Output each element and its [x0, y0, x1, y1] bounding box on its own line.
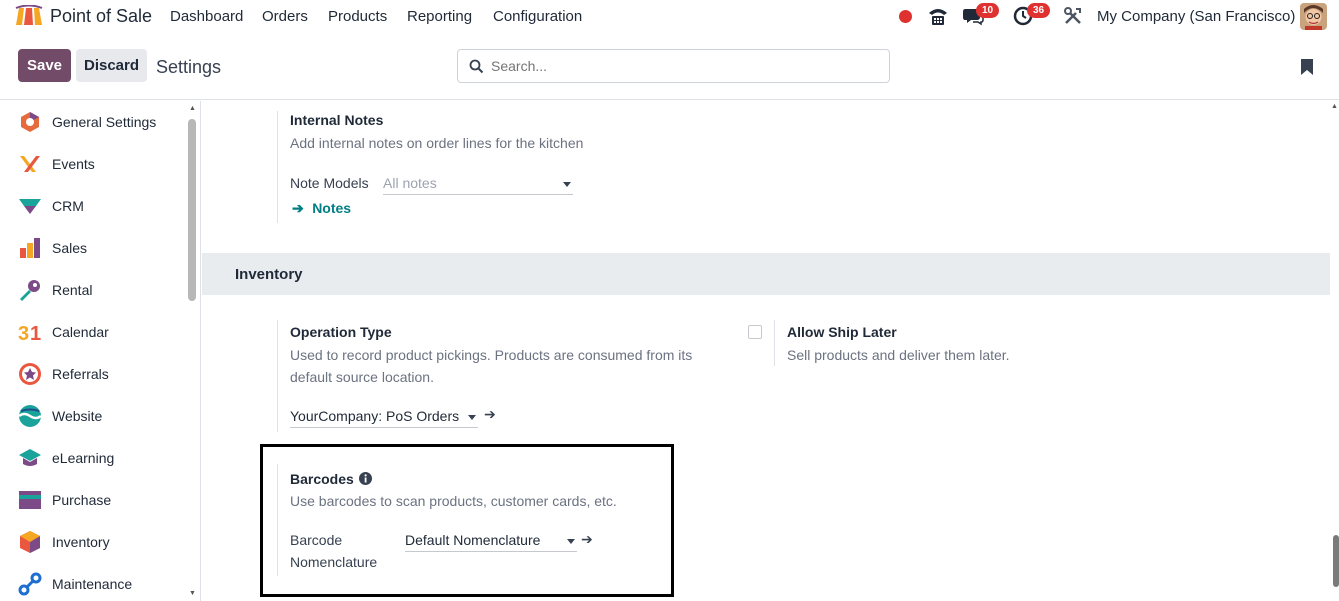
allow-ship-later-title: Allow Ship Later — [787, 324, 897, 340]
sidebar-item-label: Events — [52, 156, 95, 172]
menu-orders[interactable]: Orders — [262, 8, 308, 25]
content-scrollbar[interactable]: ▲ — [1330, 101, 1339, 601]
activities-button[interactable]: 36 — [1013, 3, 1053, 28]
setting-divider — [277, 320, 278, 432]
operation-type-open-arrow-icon[interactable]: ➔ — [484, 406, 496, 423]
messages-button[interactable]: 10 — [962, 3, 1002, 28]
sidebar-item-crm[interactable]: CRM — [0, 185, 186, 227]
menu-reporting[interactable]: Reporting — [407, 8, 472, 25]
menu-dashboard[interactable]: Dashboard — [170, 8, 243, 25]
rental-icon — [20, 280, 40, 301]
save-button[interactable]: Save — [18, 49, 71, 82]
notes-link-label: Notes — [312, 200, 352, 216]
activities-count-badge: 36 — [1027, 3, 1051, 18]
purchase-icon — [19, 491, 41, 509]
sidebar-item-label: Rental — [52, 282, 93, 298]
sidebar-item-general-settings[interactable]: General Settings — [0, 101, 186, 143]
sidebar-item-maintenance[interactable]: Maintenance — [0, 563, 186, 601]
recording-indicator-icon[interactable] — [899, 10, 912, 23]
operation-type-select[interactable]: YourCompany: PoS Orders — [290, 406, 478, 428]
scroll-down-arrow-icon[interactable]: ▼ — [189, 590, 196, 597]
point-of-sale-logo-icon[interactable] — [14, 5, 44, 27]
inventory-section-header: Inventory — [202, 253, 1330, 295]
search-input[interactable] — [491, 56, 871, 76]
sidebar-item-label: CRM — [52, 198, 84, 214]
user-avatar[interactable] — [1300, 3, 1327, 30]
sidebar-item-label: General Settings — [52, 114, 157, 130]
search-box[interactable] — [457, 49, 890, 83]
note-models-label: Note Models — [290, 175, 369, 191]
referrals-icon — [19, 363, 41, 385]
menu-configuration[interactable]: Configuration — [493, 8, 582, 25]
note-models-placeholder: All notes — [383, 175, 437, 191]
crm-icon — [19, 199, 41, 214]
elearning-icon — [19, 449, 41, 466]
inventory-section-title: Inventory — [235, 266, 303, 283]
breadcrumb: Settings — [156, 57, 222, 77]
internal-notes-description: Add internal notes on order lines for th… — [290, 135, 584, 151]
sidebar-item-calendar[interactable]: 3 1 Calendar — [0, 311, 186, 353]
content-scrollbar-thumb[interactable] — [1333, 535, 1339, 587]
website-icon — [18, 405, 42, 427]
sidebar-item-elearning[interactable]: eLearning — [0, 437, 186, 479]
setting-divider — [774, 320, 775, 366]
allow-ship-later-checkbox[interactable] — [748, 325, 762, 339]
sidebar-item-label: Purchase — [52, 492, 112, 508]
operation-type-description-line2: default source location. — [290, 369, 434, 385]
company-switcher[interactable]: My Company (San Francisco) — [1097, 8, 1295, 25]
menu-products[interactable]: Products — [328, 8, 387, 25]
sidebar-item-inventory[interactable]: Inventory — [0, 521, 186, 563]
allow-ship-later-description: Sell products and deliver them later. — [787, 347, 1010, 363]
operation-type-title: Operation Type — [290, 324, 392, 340]
note-models-select[interactable]: All notes — [383, 173, 573, 195]
bookmark-icon[interactable] — [1300, 58, 1314, 76]
sidebar-item-label: Inventory — [52, 534, 110, 550]
sidebar-scrollbar-thumb[interactable] — [188, 119, 196, 301]
sidebar-item-rental[interactable]: Rental — [0, 269, 186, 311]
maintenance-icon — [18, 572, 42, 596]
sidebar-item-label: Website — [52, 408, 103, 424]
chevron-down-icon — [468, 415, 476, 420]
control-panel: Save Discard Settings — [0, 34, 1339, 100]
phone-icon[interactable] — [927, 6, 949, 26]
user-avatar-icon — [1300, 3, 1327, 30]
discard-button[interactable]: Discard — [76, 49, 147, 82]
sidebar-item-website[interactable]: Website — [0, 395, 186, 437]
sales-icon — [20, 238, 40, 258]
sidebar-item-sales[interactable]: Sales — [0, 227, 186, 269]
setting-divider — [277, 111, 278, 223]
scroll-up-arrow-icon[interactable]: ▲ — [1331, 103, 1338, 110]
events-icon — [20, 156, 40, 172]
svg-text:1: 1 — [30, 323, 41, 344]
sidebar-item-label: Maintenance — [52, 576, 133, 592]
notes-link[interactable]: ➔ Notes — [292, 200, 351, 218]
general-settings-icon — [21, 112, 39, 132]
operation-type-value: YourCompany: PoS Orders — [290, 408, 460, 424]
scroll-up-arrow-icon[interactable]: ▲ — [189, 105, 196, 112]
sidebar-item-label: Referrals — [52, 366, 109, 382]
tools-icon[interactable] — [1064, 7, 1082, 25]
sidebar-item-label: Calendar — [52, 324, 109, 340]
app-name[interactable]: Point of Sale — [50, 6, 152, 27]
internal-notes-title: Internal Notes — [290, 112, 384, 128]
inventory-icon — [20, 531, 40, 553]
svg-text:3: 3 — [18, 323, 29, 344]
messages-count-badge: 10 — [976, 3, 1000, 18]
operation-type-description-line1: Used to record product pickings. Product… — [290, 347, 693, 363]
sidebar-item-referrals[interactable]: Referrals — [0, 353, 186, 395]
sidebar-item-purchase[interactable]: Purchase — [0, 479, 186, 521]
settings-sidebar: General Settings Events CRM Sales Rental — [0, 101, 201, 601]
highlight-annotation-box — [260, 444, 674, 597]
chevron-down-icon — [563, 182, 571, 187]
sidebar-item-label: eLearning — [52, 450, 115, 466]
top-navbar: Point of Sale Dashboard Orders Products … — [0, 0, 1339, 34]
sidebar-item-label: Sales — [52, 240, 88, 256]
calendar-icon: 3 1 — [18, 323, 41, 344]
arrow-right-icon: ➔ — [292, 200, 304, 216]
search-icon — [469, 59, 484, 74]
sidebar-item-events[interactable]: Events — [0, 143, 186, 185]
